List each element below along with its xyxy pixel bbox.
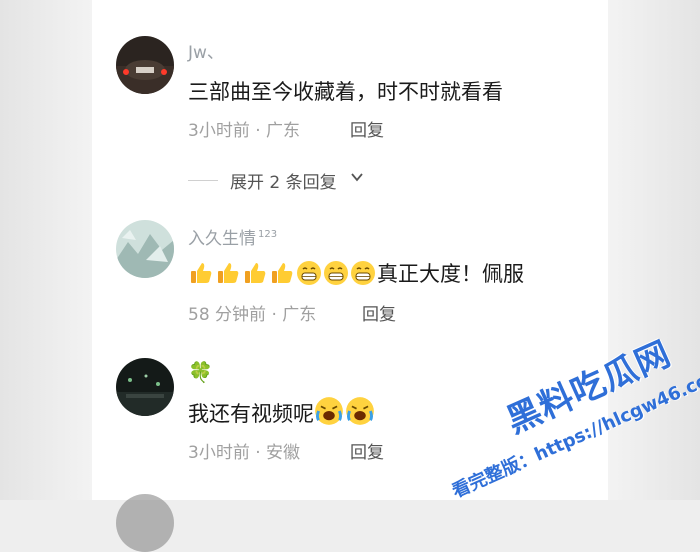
thumbs-up-icon	[245, 263, 266, 283]
username[interactable]: Jw、	[188, 38, 224, 63]
background-right	[608, 0, 700, 500]
comment-text: 三部曲至今收藏着，时不时就看看	[188, 80, 503, 104]
comment-text: 我还有视频呢	[188, 402, 314, 426]
expand-replies-button[interactable]: 展开 2 条回复	[188, 168, 488, 194]
username-text: 入久生情	[188, 229, 256, 249]
comment-meta: 3小时前 · 安徽	[188, 443, 301, 463]
avatar[interactable]	[116, 36, 174, 94]
divider	[188, 180, 218, 181]
thumbs-up-icon	[191, 263, 212, 283]
comment-list[interactable]: Jw、 三部曲至今收藏着，时不时就看看 3小时前 · 广东 回复 展开 2 条回…	[92, 0, 608, 552]
expand-replies-label: 展开 2 条回复	[230, 173, 337, 193]
chevron-down-icon	[351, 173, 363, 182]
username-badge: 123	[258, 229, 278, 241]
grin-icon	[297, 261, 321, 285]
grin-icon	[351, 261, 375, 285]
reply-button[interactable]: 回复	[350, 116, 384, 141]
avatar[interactable]	[116, 358, 174, 416]
crying-laugh-icon	[315, 397, 343, 425]
comment-text: 真正大度！佩服	[377, 262, 524, 286]
grin-icon	[324, 261, 348, 285]
comment-meta: 58 分钟前 · 广东	[188, 305, 317, 325]
thumbs-up-icon	[272, 263, 293, 283]
background-left	[0, 0, 92, 500]
username[interactable]: 🍀	[188, 360, 213, 384]
username[interactable]: 入久生情 123	[188, 224, 277, 249]
avatar[interactable]	[116, 220, 174, 278]
avatar[interactable]	[116, 494, 174, 552]
crying-laugh-icon	[346, 397, 374, 425]
comment-text-line: 我还有视频呢	[188, 396, 376, 428]
comment-meta: 3小时前 · 广东	[188, 121, 301, 141]
reply-button[interactable]: 回复	[350, 438, 384, 463]
comment-text-line: 真正大度！佩服	[188, 258, 524, 288]
thumbs-up-icon	[218, 263, 239, 283]
reply-button[interactable]: 回复	[362, 300, 396, 325]
